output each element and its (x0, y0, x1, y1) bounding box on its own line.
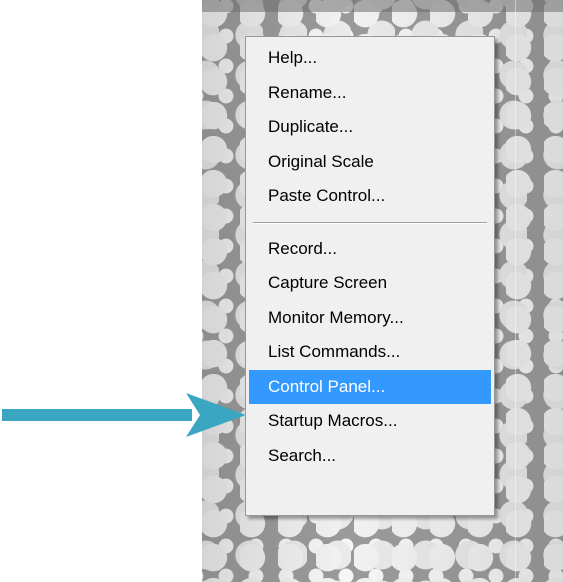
menu-item-monitor-memory[interactable]: Monitor Memory... (249, 301, 491, 336)
image-gridline (515, 0, 516, 582)
menu-item-startup-macros[interactable]: Startup Macros... (249, 404, 491, 439)
arrow-shaft (2, 409, 192, 421)
menu-separator (253, 221, 487, 224)
menu-item-paste-control[interactable]: Paste Control... (249, 179, 491, 214)
menu-item-rename[interactable]: Rename... (249, 76, 491, 111)
menu-item-help[interactable]: Help... (249, 41, 491, 76)
menu-item-duplicate[interactable]: Duplicate... (249, 110, 491, 145)
menu-item-list-commands[interactable]: List Commands... (249, 335, 491, 370)
menu-item-capture-screen[interactable]: Capture Screen (249, 266, 491, 301)
menu-item-record[interactable]: Record... (249, 232, 491, 267)
screenshot-stage: Help... Rename... Duplicate... Original … (0, 0, 563, 582)
menu-item-control-panel[interactable]: Control Panel... (249, 369, 491, 404)
arrow-right-icon (2, 393, 246, 437)
menu-item-original-scale[interactable]: Original Scale (249, 145, 491, 180)
arrow-head (186, 393, 246, 437)
image-top-strip (202, 0, 563, 12)
menu-item-search[interactable]: Search... (249, 439, 491, 474)
context-menu: Help... Rename... Duplicate... Original … (245, 36, 495, 516)
